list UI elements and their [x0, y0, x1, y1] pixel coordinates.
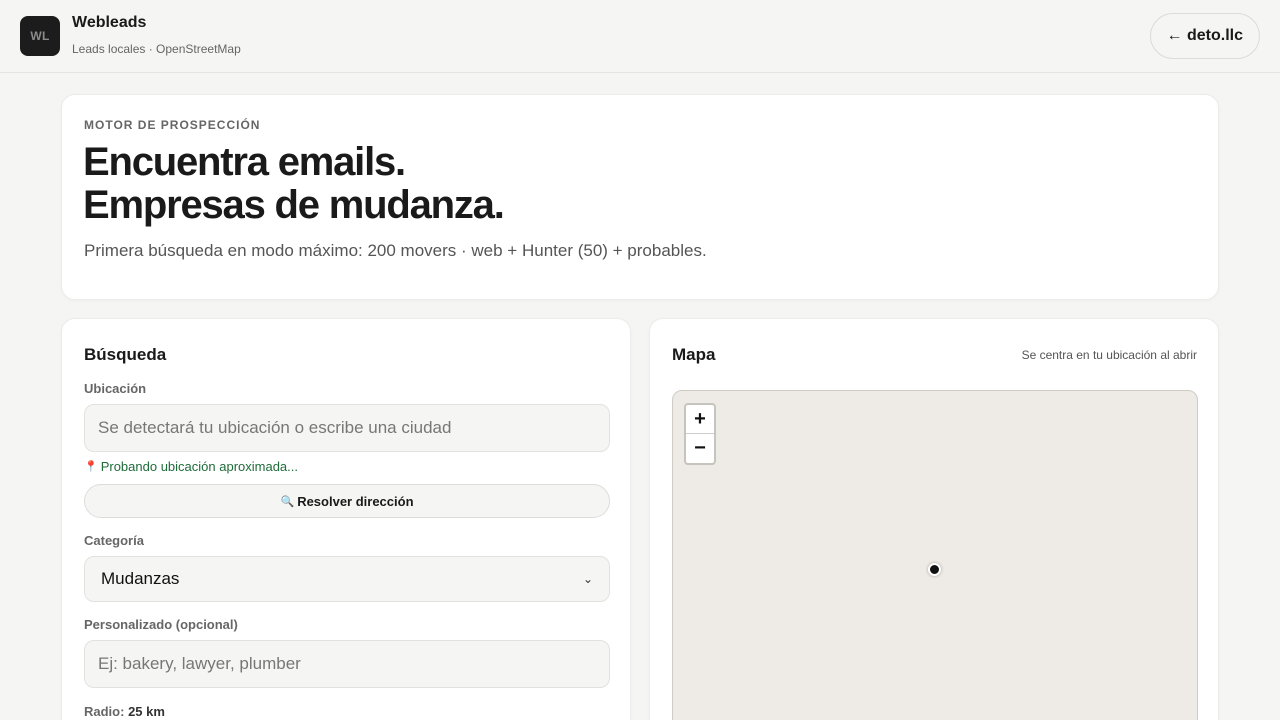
hero-eyebrow: MOTOR DE PROSPECCIÓN [84, 118, 261, 132]
zoom-control: + − [684, 403, 716, 465]
chevron-down-icon: ⌄ [582, 572, 593, 586]
location-status-text: Probando ubicación aproximada... [100, 459, 298, 474]
location-input[interactable] [84, 404, 610, 452]
hero-headline-line-1: Encuentra emails. [83, 140, 406, 184]
search-card: Búsqueda Ubicación 📍 Probando ubicación … [61, 318, 631, 720]
search-title: Búsqueda [84, 345, 167, 364]
category-label: Categoría [84, 533, 144, 548]
location-label: Ubicación [84, 381, 147, 396]
hero-headline: Encuentra emails. Empresas de mudanza. [83, 140, 505, 227]
logo: WL [20, 16, 60, 56]
radius-label: Radio: 25 km [84, 704, 165, 719]
map-card: Mapa Se centra en tu ubicación al abrir … [649, 318, 1219, 720]
custom-label: Personalizado (opcional) [84, 617, 238, 632]
radius-value: 25 km [128, 704, 165, 719]
category-select[interactable]: Mudanzas ⌄ [84, 556, 610, 602]
hero-subtitle: Primera búsqueda en modo máximo: 200 mov… [84, 241, 707, 260]
hero-headline-line-2: Empresas de mudanza. [83, 183, 505, 227]
app-subtitle: Leads locales · OpenStreetMap [72, 42, 241, 56]
pin-icon: 📍 [84, 461, 98, 473]
map-title: Mapa [672, 345, 716, 364]
category-value: Mudanzas [101, 569, 180, 588]
back-button[interactable]: ← deto.llc [1149, 13, 1260, 59]
map-note: Se centra en tu ubicación al abrir [1021, 348, 1197, 362]
custom-category-input[interactable] [84, 640, 610, 688]
app-title: Webleads [72, 14, 147, 31]
resolve-address-button[interactable]: 🔍 Resolver dirección [84, 484, 610, 518]
map-view[interactable]: + − [672, 390, 1198, 720]
back-button-label: ← deto.llc [1166, 27, 1243, 44]
resolve-address-label: Resolver dirección [297, 493, 414, 509]
location-marker[interactable] [928, 563, 941, 576]
location-status: 📍 Probando ubicación aproximada... [84, 459, 298, 474]
zoom-out-button[interactable]: − [686, 434, 714, 463]
hero-card: MOTOR DE PROSPECCIÓN Encuentra emails. E… [61, 94, 1219, 300]
radius-label-text: Radio: [84, 704, 125, 719]
top-bar: WL Webleads Leads locales · OpenStreetMa… [0, 0, 1280, 73]
zoom-in-button[interactable]: + [686, 405, 714, 434]
magnifier-icon: 🔍 [280, 495, 295, 508]
